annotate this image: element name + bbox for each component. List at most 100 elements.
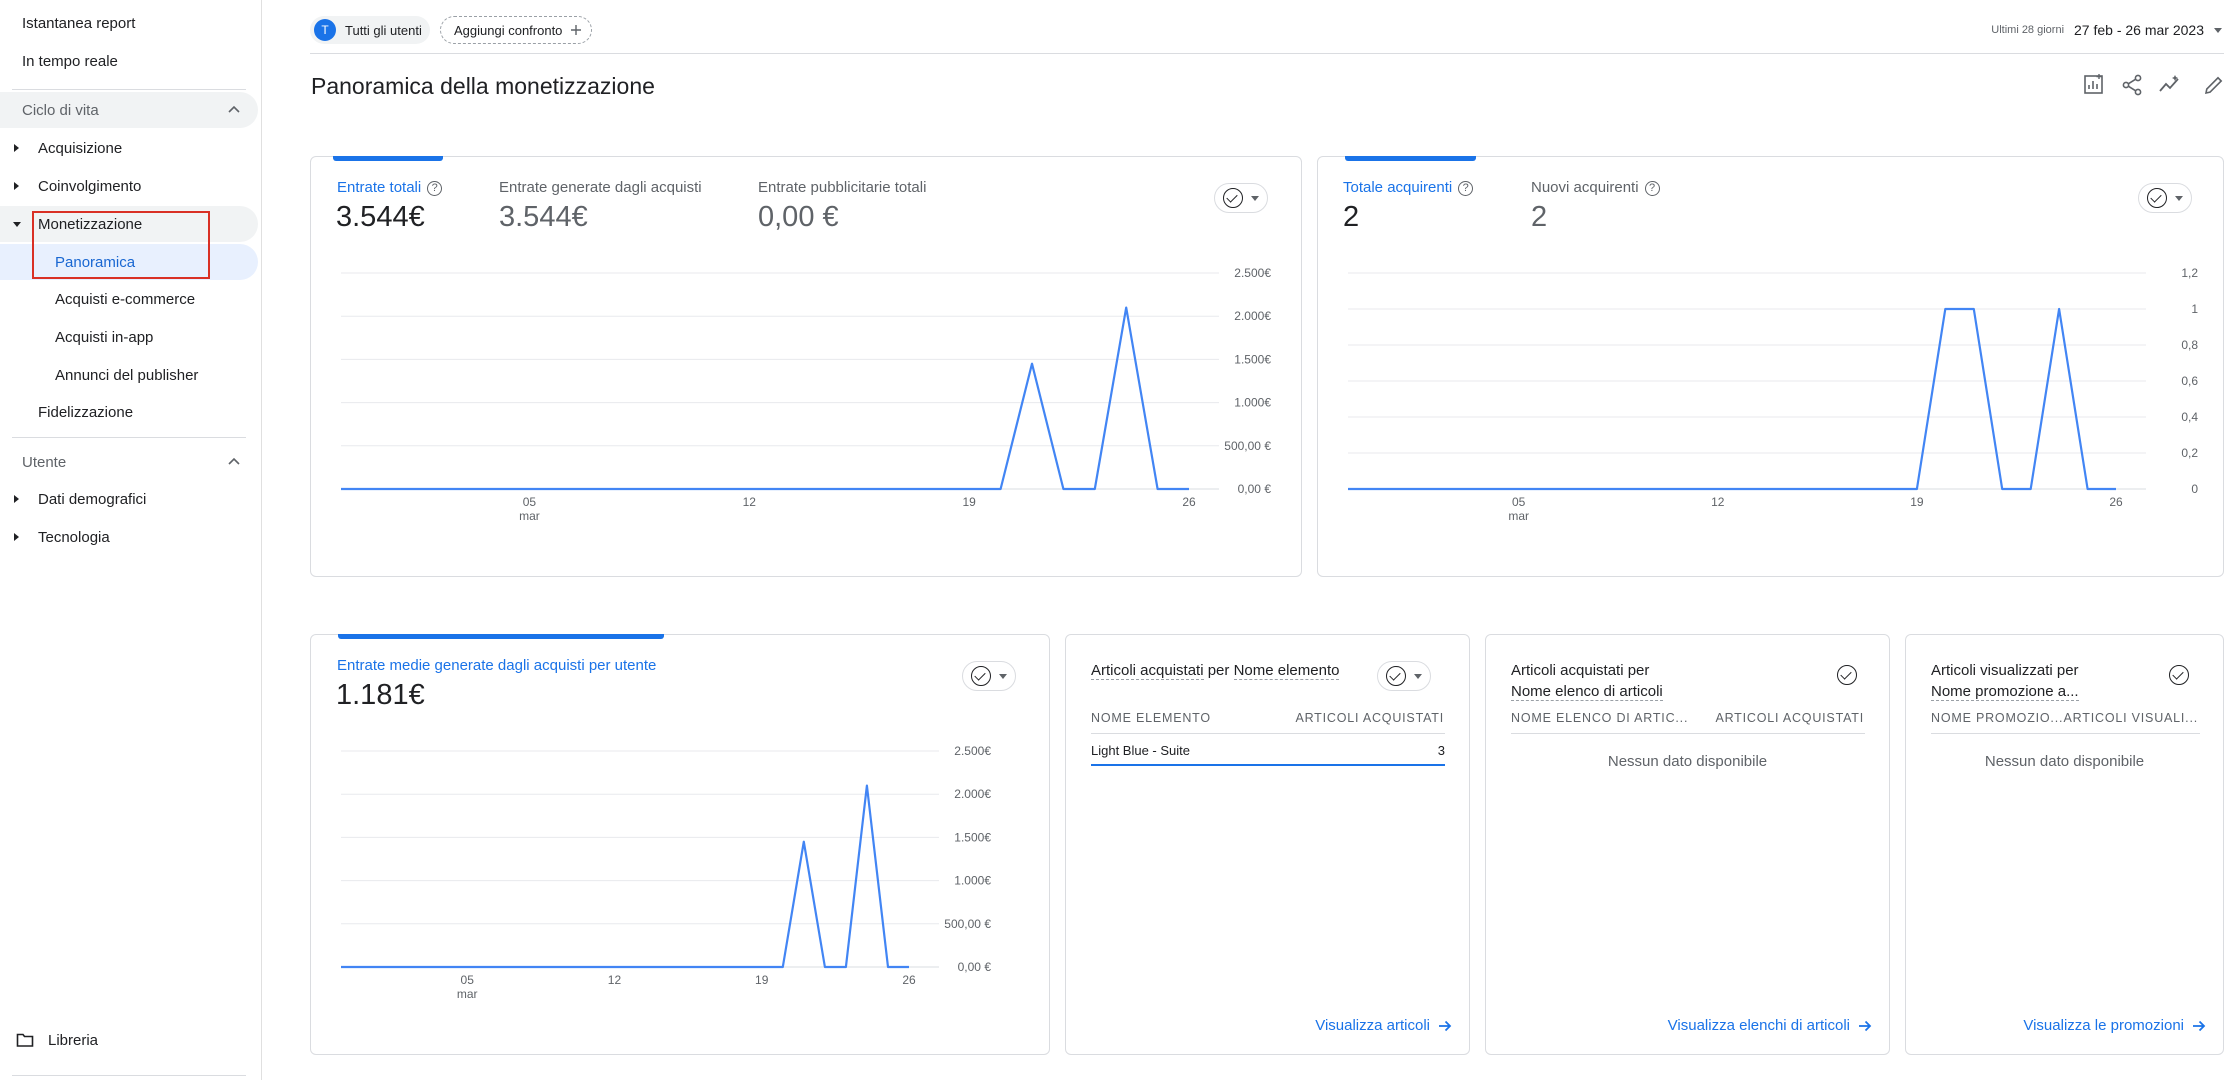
series-line[interactable] bbox=[1348, 307, 2116, 491]
view-items-link[interactable]: Visualizza articoli bbox=[1315, 1017, 1452, 1034]
card-item-lists: Articoli acquistati per Nome elenco di a… bbox=[1485, 634, 1890, 1055]
section-lifecycle[interactable]: Ciclo di vita bbox=[0, 92, 258, 128]
y-tick-label: 1.000€ bbox=[1234, 396, 1271, 410]
x-tick-label: 19 bbox=[755, 973, 769, 987]
metric-ad-revenue-value: 0,00 € bbox=[758, 201, 839, 233]
nav-label: Fidelizzazione bbox=[38, 403, 134, 421]
x-tick-label: 26 bbox=[1182, 495, 1196, 509]
compare-metric-button[interactable] bbox=[2138, 183, 2192, 213]
share-icon[interactable] bbox=[2119, 72, 2145, 98]
y-tick-label: 500,00 € bbox=[1224, 439, 1271, 453]
metric-selector[interactable]: Articoli acquistati per bbox=[1511, 660, 1663, 681]
metric-avg-revenue-value: 1.181€ bbox=[336, 679, 425, 711]
compare-metric-button[interactable] bbox=[1837, 665, 1857, 685]
section-user[interactable]: Utente bbox=[0, 444, 258, 480]
caret-right-icon bbox=[14, 495, 19, 503]
y-tick-label: 0,6 bbox=[2181, 374, 2198, 388]
divider bbox=[12, 1075, 246, 1076]
compare-metric-button[interactable] bbox=[962, 661, 1016, 691]
table-row[interactable]: Light Blue - Suite 3 bbox=[1091, 734, 1445, 766]
metric-selector[interactable]: Articoli visualizzati per bbox=[1931, 660, 2079, 681]
nav-acquisition[interactable]: Acquisizione bbox=[0, 130, 258, 166]
metric-total-revenue-label[interactable]: Entrate totali? bbox=[337, 179, 443, 196]
card-items-purchased: Articoli acquistati per Nome elemento NO… bbox=[1065, 634, 1470, 1055]
help-icon[interactable]: ? bbox=[427, 181, 443, 196]
compare-metric-button[interactable] bbox=[1377, 661, 1431, 691]
check-circle-icon bbox=[1386, 666, 1406, 686]
segment-chip[interactable]: T Tutti gli utenti bbox=[310, 16, 430, 44]
help-icon[interactable]: ? bbox=[1644, 181, 1660, 196]
x-tick-sublabel: mar bbox=[457, 987, 478, 1001]
nav-technology[interactable]: Tecnologia bbox=[0, 519, 258, 555]
edit-icon[interactable] bbox=[2201, 72, 2227, 98]
nav-library[interactable]: Libreria bbox=[0, 1022, 258, 1058]
y-tick-label: 0,2 bbox=[2181, 446, 2198, 460]
metric-new-buyers-label[interactable]: Nuovi acquirenti? bbox=[1531, 179, 1660, 196]
y-tick-label: 2.000€ bbox=[954, 787, 991, 801]
compare-metric-button[interactable] bbox=[1214, 183, 1268, 213]
insights-icon[interactable] bbox=[2157, 72, 2183, 98]
caret-down-icon bbox=[13, 222, 21, 227]
nav-realtime[interactable]: In tempo reale bbox=[0, 43, 258, 79]
y-tick-label: 2.500€ bbox=[954, 744, 991, 758]
compare-metric-button[interactable] bbox=[2169, 665, 2189, 685]
x-tick-label: 19 bbox=[1910, 495, 1924, 509]
dimension-selector[interactable]: Nome promozione a... bbox=[1931, 683, 2079, 701]
plus-icon bbox=[571, 25, 582, 35]
customize-report-icon[interactable] bbox=[2081, 72, 2107, 98]
check-circle-icon bbox=[2169, 665, 2189, 685]
arrow-right-icon bbox=[1439, 1020, 1452, 1031]
divider bbox=[1511, 733, 1865, 734]
link-label: Visualizza elenchi di articoli bbox=[1667, 1017, 1850, 1034]
caret-down-icon bbox=[1251, 195, 1259, 201]
dimension-selector[interactable]: Nome elenco di articoli bbox=[1511, 683, 1663, 701]
nav-retention[interactable]: Fidelizzazione bbox=[0, 394, 258, 430]
row-value: 3 bbox=[1437, 743, 1445, 758]
card-avg-revenue: Entrate medie generate dagli acquisti pe… bbox=[310, 634, 1050, 1055]
column-header: ARTICOLI ACQUISTATI bbox=[1715, 711, 1864, 725]
y-tick-label: 0,00 € bbox=[958, 960, 992, 974]
divider bbox=[1931, 733, 2200, 734]
nav-publisher-ads[interactable]: Annunci del publisher bbox=[0, 357, 258, 393]
view-promotions-link[interactable]: Visualizza le promozioni bbox=[2023, 1017, 2206, 1034]
x-tick-label: 05 bbox=[523, 495, 537, 509]
highlight-box bbox=[32, 211, 210, 279]
help-icon[interactable]: ? bbox=[1458, 181, 1474, 196]
row-name: Light Blue - Suite bbox=[1091, 743, 1191, 758]
y-tick-label: 1,2 bbox=[2181, 266, 2198, 280]
view-item-lists-link[interactable]: Visualizza elenchi di articoli bbox=[1668, 1017, 1872, 1034]
metric-avg-revenue-label[interactable]: Entrate medie generate dagli acquisti pe… bbox=[337, 657, 656, 674]
active-tab-indicator bbox=[333, 156, 443, 161]
nav-inapp[interactable]: Acquisti in-app bbox=[0, 319, 258, 355]
nav-snapshot[interactable]: Istantanea report bbox=[0, 5, 258, 41]
nav-label: Acquisti in-app bbox=[55, 328, 154, 346]
metric-ad-revenue-label[interactable]: Entrate pubblicitarie totali bbox=[758, 179, 926, 196]
nav-ecommerce[interactable]: Acquisti e-commerce bbox=[0, 281, 258, 317]
nav-engagement[interactable]: Coinvolgimento bbox=[0, 168, 258, 204]
caret-down-icon bbox=[2175, 195, 2183, 201]
series-line[interactable] bbox=[341, 784, 909, 969]
metric-purchase-revenue-label[interactable]: Entrate generate dagli acquisti bbox=[499, 179, 702, 196]
dimension-selector[interactable]: Nome elemento bbox=[1233, 662, 1340, 680]
check-circle-icon bbox=[1223, 188, 1243, 208]
arrow-right-icon bbox=[1859, 1020, 1872, 1031]
metric-selector[interactable]: Articoli acquistati bbox=[1091, 662, 1204, 680]
link-label: Visualizza articoli bbox=[1315, 1017, 1430, 1034]
metric-total-buyers-label[interactable]: Totale acquirenti? bbox=[1343, 179, 1474, 196]
sidebar: Istantanea report In tempo reale Ciclo d… bbox=[0, 0, 262, 1080]
y-tick-label: 1.500€ bbox=[1234, 352, 1271, 366]
avatar: T bbox=[314, 19, 336, 41]
x-tick-label: 26 bbox=[902, 973, 916, 987]
date-picker[interactable]: Ultimi 28 giorni 27 feb - 26 mar 2023 bbox=[1991, 22, 2222, 38]
section-label: Ciclo di vita bbox=[22, 101, 99, 119]
series-line[interactable] bbox=[341, 306, 1189, 491]
x-tick-label: 12 bbox=[608, 973, 622, 987]
nav-demographics[interactable]: Dati demografici bbox=[0, 481, 258, 517]
nav-label: In tempo reale bbox=[22, 52, 118, 70]
nav-label: Libreria bbox=[48, 1031, 99, 1049]
divider bbox=[310, 53, 2224, 54]
y-tick-label: 500,00 € bbox=[944, 917, 991, 931]
revenue-line-chart: 2.500€ 2.000€ 1.500€ 1.000€ 500,00 € 0,00 € 05… bbox=[341, 266, 1271, 523]
check-circle-icon bbox=[971, 666, 991, 686]
add-comparison-button[interactable]: Aggiungi confronto bbox=[440, 16, 592, 44]
